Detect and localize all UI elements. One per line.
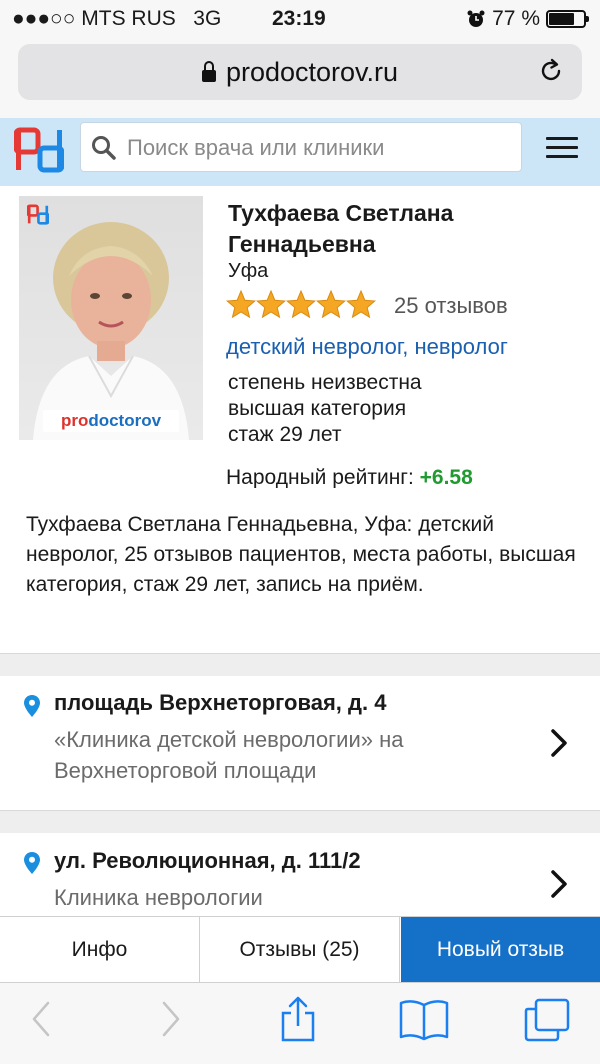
url-display[interactable]: prodoctorov.ru bbox=[18, 57, 582, 88]
network-type: 3G bbox=[193, 7, 222, 30]
prodoctorov-logo-icon[interactable] bbox=[14, 126, 64, 176]
photo-watermark: prodoctorov bbox=[43, 410, 179, 432]
star-icon bbox=[226, 290, 257, 319]
address-street: площадь Верхнеторговая, д. 4 bbox=[54, 690, 387, 715]
tab-info[interactable]: Инфо bbox=[0, 917, 200, 983]
lock-icon bbox=[201, 61, 216, 82]
specialty-link[interactable]: детский невролог bbox=[226, 334, 402, 359]
status-bar: ●●●○○ MTS RUS 3G 23:19 77 % bbox=[0, 0, 600, 38]
section-divider bbox=[0, 810, 600, 834]
specialty-link[interactable]: невролог bbox=[414, 334, 507, 359]
watermark-pro: pro bbox=[60, 411, 89, 430]
location-pin-icon bbox=[24, 852, 40, 874]
specialties: детский невролог, невролог bbox=[226, 334, 508, 360]
menu-line bbox=[546, 146, 578, 149]
address-clinic: Клиника неврологии bbox=[54, 885, 263, 910]
section-divider bbox=[0, 653, 600, 677]
watermark-doctorov: doctorov bbox=[88, 411, 162, 430]
doctor-city: Уфа bbox=[228, 260, 269, 282]
degree: степень неизвестна bbox=[228, 371, 422, 394]
people-rating: Народный рейтинг: +6.58 bbox=[226, 464, 586, 488]
tabs-icon[interactable] bbox=[522, 997, 572, 1043]
status-right: 77 % bbox=[466, 7, 589, 31]
tab-reviews[interactable]: Отзывы (25) bbox=[200, 917, 400, 983]
search-input[interactable] bbox=[125, 123, 519, 173]
search-box[interactable] bbox=[80, 122, 522, 173]
reload-icon[interactable] bbox=[538, 58, 564, 84]
bottom-tabs: Инфо Отзывы (25) Новый отзыв bbox=[0, 916, 600, 983]
site-header bbox=[0, 118, 600, 186]
address-clinic: «Клиника детской неврологии» на Верхнето… bbox=[54, 727, 404, 783]
doctor-facts: степень неизвестна высшая категория стаж… bbox=[228, 370, 422, 448]
new-review-button[interactable]: Новый отзыв bbox=[401, 917, 600, 983]
address-street: ул. Революционная, д. 111/2 bbox=[54, 848, 361, 873]
status-time: 23:19 bbox=[272, 7, 326, 30]
browser-toolbar bbox=[0, 982, 600, 1064]
doctor-name-line2: Геннадьевна bbox=[228, 231, 376, 257]
star-icon bbox=[345, 290, 376, 319]
star-icon bbox=[285, 290, 317, 319]
doctor-portrait bbox=[33, 222, 189, 440]
rating-label: Народный рейтинг: bbox=[226, 466, 414, 488]
experience: стаж 29 лет bbox=[228, 423, 342, 446]
forward-chevron-icon[interactable] bbox=[160, 999, 182, 1039]
book-icon[interactable] bbox=[398, 997, 450, 1041]
star-icon bbox=[315, 290, 347, 319]
battery-fill bbox=[549, 13, 574, 25]
battery-percent: 77 % bbox=[492, 7, 540, 30]
reviews-count[interactable]: 25 отзывов bbox=[394, 293, 508, 319]
rating-value: +6.58 bbox=[419, 466, 473, 488]
doctor-name-line1: Тухфаева Светлана bbox=[228, 200, 454, 226]
alarm-clock-icon bbox=[467, 10, 485, 27]
doctor-description: Тухфаева Светлана Геннадьевна, Уфа: детс… bbox=[26, 513, 576, 596]
star-icon bbox=[255, 290, 287, 319]
battery-icon bbox=[546, 10, 589, 28]
hamburger-menu-icon[interactable] bbox=[546, 137, 578, 159]
category: высшая категория bbox=[228, 397, 407, 420]
prodoctorov-logo-icon bbox=[27, 204, 49, 225]
doctor-photo[interactable]: prodoctorov bbox=[19, 196, 203, 440]
chevron-right-icon bbox=[551, 870, 567, 898]
doctor-name: Тухфаева Светлана Геннадьевна bbox=[228, 198, 588, 260]
search-icon bbox=[92, 136, 116, 160]
menu-line bbox=[546, 137, 578, 140]
share-icon[interactable] bbox=[278, 995, 318, 1043]
specialty-separator: , bbox=[402, 334, 409, 359]
signal-strength: ●●●○○ bbox=[12, 7, 76, 30]
location-pin-icon bbox=[24, 695, 40, 717]
back-chevron-icon[interactable] bbox=[30, 999, 52, 1039]
address-item[interactable]: площадь Верхнеторговая, д. 4 «Клиника де… bbox=[0, 676, 600, 810]
address-bar[interactable]: prodoctorov.ru bbox=[18, 44, 582, 100]
browser-url-area: prodoctorov.ru bbox=[0, 38, 600, 119]
menu-line bbox=[546, 155, 578, 158]
carrier: ●●●○○ MTS RUS 3G bbox=[12, 7, 221, 31]
chevron-right-icon bbox=[551, 729, 567, 757]
url-text: prodoctorov.ru bbox=[225, 57, 399, 87]
address-item[interactable]: ул. Революционная, д. 111/2 Клиника невр… bbox=[0, 833, 600, 916]
carrier-name: MTS RUS bbox=[81, 7, 176, 30]
rating-stars bbox=[226, 290, 376, 319]
